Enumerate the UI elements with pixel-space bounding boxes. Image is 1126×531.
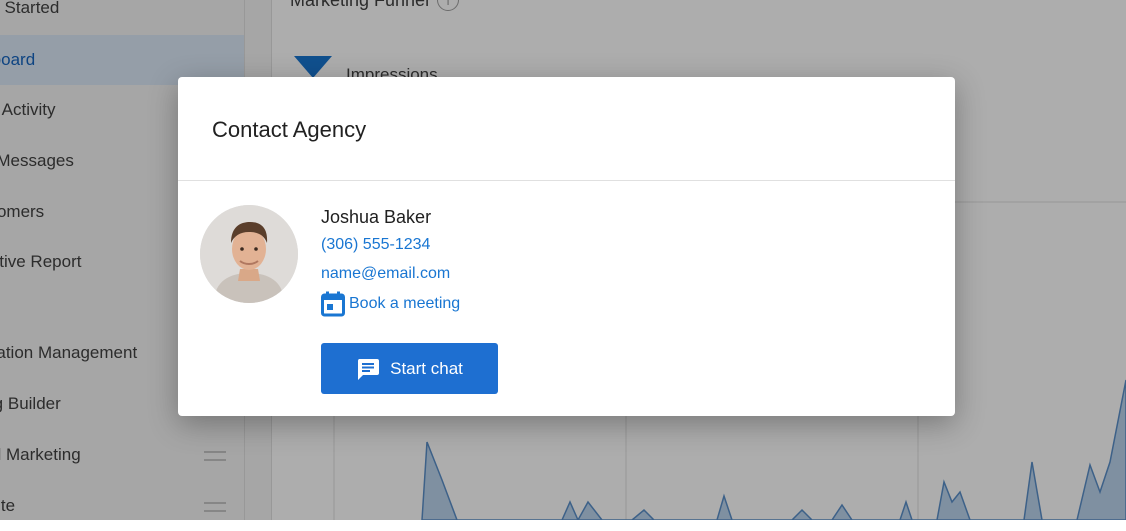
book-meeting-link[interactable]: Book a meeting <box>321 291 460 317</box>
phone-link[interactable]: (306) 555-1234 <box>321 236 430 254</box>
calendar-icon <box>321 291 345 317</box>
chat-icon <box>358 358 380 380</box>
contact-agency-dialog: Contact Agency Joshua Baker (306) 555-12… <box>178 77 955 416</box>
dialog-header: Contact Agency <box>178 77 955 181</box>
start-chat-label: Start chat <box>390 358 463 378</box>
contact-name: Joshua Baker <box>321 207 432 227</box>
dialog-title: Contact Agency <box>212 117 367 142</box>
avatar <box>200 205 298 303</box>
start-chat-button[interactable]: Start chat <box>321 343 498 394</box>
email-link[interactable]: name@email.com <box>321 265 450 283</box>
book-meeting-label: Book a meeting <box>349 295 461 312</box>
